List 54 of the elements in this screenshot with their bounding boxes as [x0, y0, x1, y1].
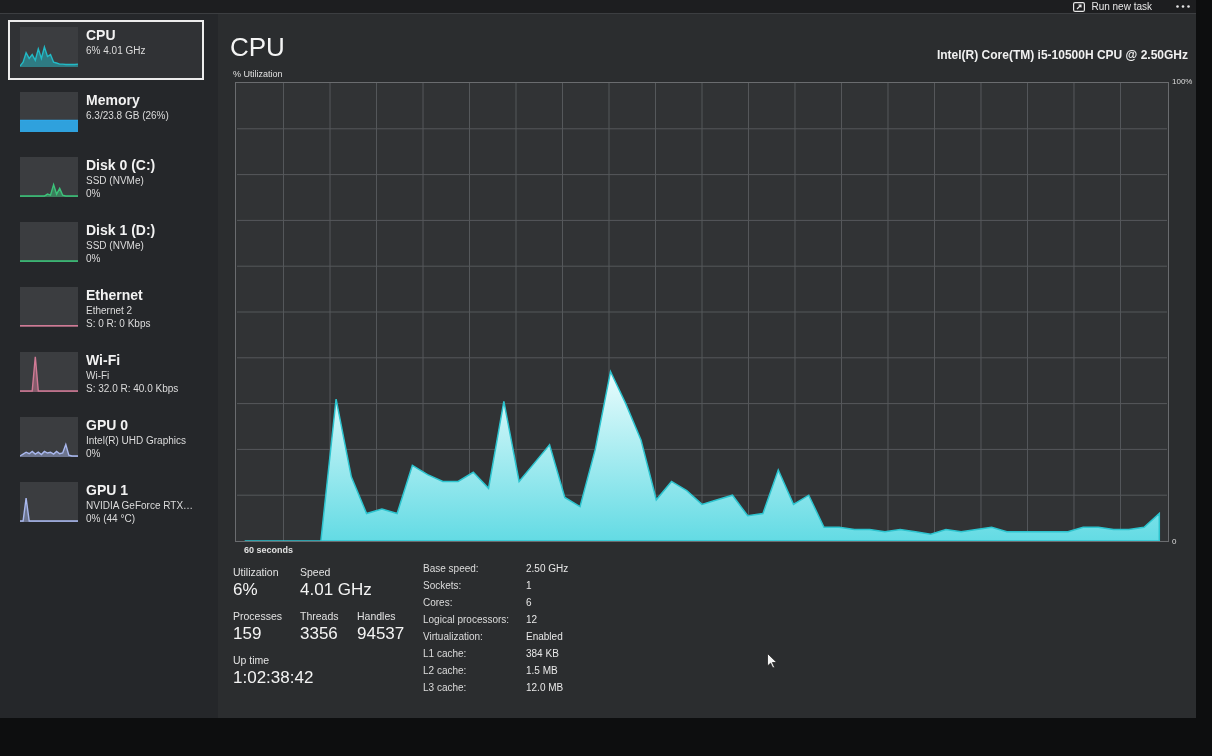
spec-label: Cores:: [423, 596, 454, 609]
spec-value: 6: [526, 596, 533, 609]
stat-label: Speed: [300, 566, 332, 579]
axis-label: 60 seconds: [244, 545, 294, 556]
spec-value: 2.50 GHz: [526, 562, 569, 575]
mini-graph: [20, 222, 78, 262]
sidebar-item[interactable]: CPU 6% 4.01 GHz: [8, 20, 204, 80]
stat-value: 159: [233, 623, 263, 645]
processor-name: Intel(R) Core(TM) i5-10500H CPU @ 2.50GHz: [936, 47, 1188, 64]
sidebar-item[interactable]: Memory 6.3/23.8 GB (26%): [8, 85, 204, 145]
spec-label: Sockets:: [423, 579, 463, 592]
spec-value: 12.0 MB: [526, 681, 565, 694]
stat-value: 1:02:38:42: [233, 667, 314, 689]
mini-graph: [20, 157, 78, 197]
spec-label: Logical processors:: [423, 613, 511, 626]
run-new-task-button[interactable]: Run new task: [1073, 1, 1152, 12]
page-title: CPU: [230, 32, 285, 62]
axis-label: % Utilization: [233, 69, 283, 80]
mini-graph: [20, 287, 78, 327]
spec-value: 1.5 MB: [526, 664, 559, 677]
axis-tick-label: 0: [1172, 537, 1177, 547]
sidebar-item[interactable]: Ethernet Ethernet 2 S: 0 R: 0 Kbps: [8, 280, 204, 340]
sidebar-item[interactable]: Wi-Fi Wi-Fi S: 32.0 R: 40.0 Kbps: [8, 345, 204, 405]
spec-value: 12: [526, 613, 539, 626]
spec-value: Enabled: [526, 630, 564, 643]
stat-value: 94537: [357, 623, 405, 645]
spec-label: Virtualization:: [423, 630, 484, 643]
stat-label: Up time: [233, 654, 271, 667]
mini-graph: [20, 417, 78, 457]
sidebar-item[interactable]: Disk 1 (D:) SSD (NVMe) 0%: [8, 215, 204, 275]
window-icon: [1073, 1, 1086, 12]
axis-tick-label: 100%: [1172, 77, 1193, 87]
stat-label: Utilization: [233, 566, 280, 579]
stat-label: Handles: [357, 610, 397, 623]
stat-value: 3356: [300, 623, 339, 645]
sidebar-item[interactable]: GPU 1 NVIDIA GeForce RTX… 0% (44 °C): [8, 475, 204, 535]
more-icon[interactable]: [1176, 5, 1190, 8]
mini-graph: [20, 352, 78, 392]
spec-label: L3 cache:: [423, 681, 468, 694]
spec-value: 1: [526, 579, 533, 592]
stat-value: 4.01 GHz: [300, 579, 372, 601]
stat-value: 6%: [233, 579, 259, 601]
mini-graph: [20, 92, 78, 132]
sidebar-item[interactable]: GPU 0 Intel(R) UHD Graphics 0%: [8, 410, 204, 470]
mouse-pointer-icon: [767, 653, 778, 669]
sidebar-item[interactable]: Disk 0 (C:) SSD (NVMe) 0%: [8, 150, 204, 210]
stat-label: Processes: [233, 610, 284, 623]
mini-graph: [20, 27, 78, 67]
spec-label: Base speed:: [423, 562, 480, 575]
spec-value: 384 KB: [526, 647, 560, 660]
spec-label: L2 cache:: [423, 664, 468, 677]
spec-label: L1 cache:: [423, 647, 468, 660]
stat-label: Threads: [300, 610, 340, 623]
mini-graph: [20, 482, 78, 522]
